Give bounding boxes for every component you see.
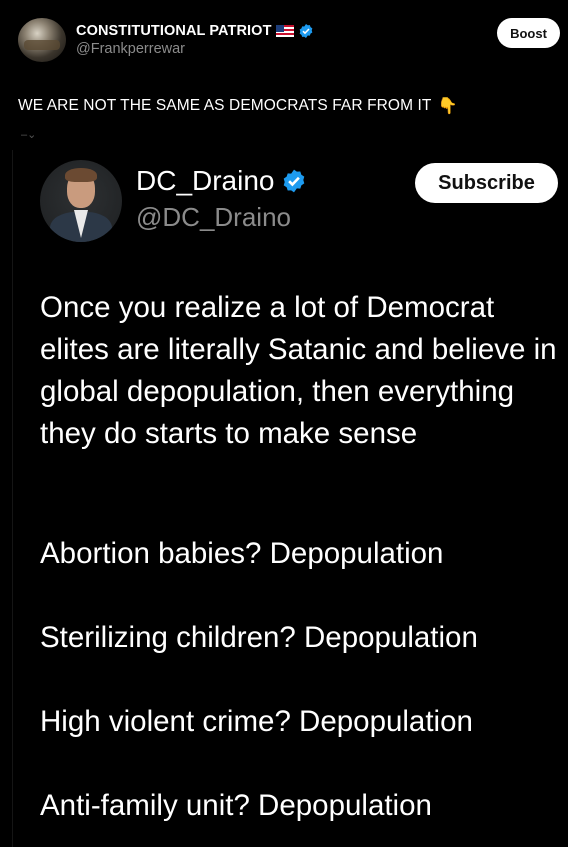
outer-avatar[interactable] <box>18 18 66 62</box>
outer-author-name[interactable]: CONSTITUTIONAL PATRIOT <box>76 23 272 39</box>
outer-post-text-content: WE ARE NOT THE SAME AS DEMOCRATS FAR FRO… <box>18 97 432 114</box>
boost-button[interactable]: Boost <box>497 18 560 48</box>
pointing-down-icon: 👇 <box>437 98 458 115</box>
embed-divider <box>12 150 13 847</box>
quoted-post-line: Anti-family unit? Depopulation <box>40 789 432 822</box>
us-flag-icon <box>275 25 294 37</box>
quoted-post-line: Abortion babies? Depopulation <box>40 537 444 570</box>
quoted-post-body: Once you realize a lot of Democrat elite… <box>40 291 557 450</box>
quoted-post-line: High violent crime? Depopulation <box>40 705 473 738</box>
verified-badge-icon <box>283 169 304 193</box>
quoted-name-row: DC_Draino <box>136 165 307 197</box>
outer-post-text: WE ARE NOT THE SAME AS DEMOCRATS FAR FRO… <box>18 96 458 116</box>
verified-badge-icon <box>299 24 312 38</box>
quoted-author-avatar[interactable] <box>40 160 122 242</box>
subscribe-button[interactable]: Subscribe <box>415 163 558 203</box>
quoted-post-line: Sterilizing children? Depopulation <box>40 621 478 654</box>
quoted-author-handle[interactable]: @DC_Draino <box>136 202 291 233</box>
outer-name-row: CONSTITUTIONAL PATRIOT <box>76 23 314 39</box>
outer-post-header: CONSTITUTIONAL PATRIOT @Frankperrewar <box>18 18 314 62</box>
outer-author-handle[interactable]: @Frankperrewar <box>76 41 314 57</box>
chevron-mark-icon: –⌄ <box>21 129 37 141</box>
quoted-author-name[interactable]: DC_Draino <box>136 165 275 197</box>
outer-author-meta: CONSTITUTIONAL PATRIOT @Frankperrewar <box>76 23 314 57</box>
